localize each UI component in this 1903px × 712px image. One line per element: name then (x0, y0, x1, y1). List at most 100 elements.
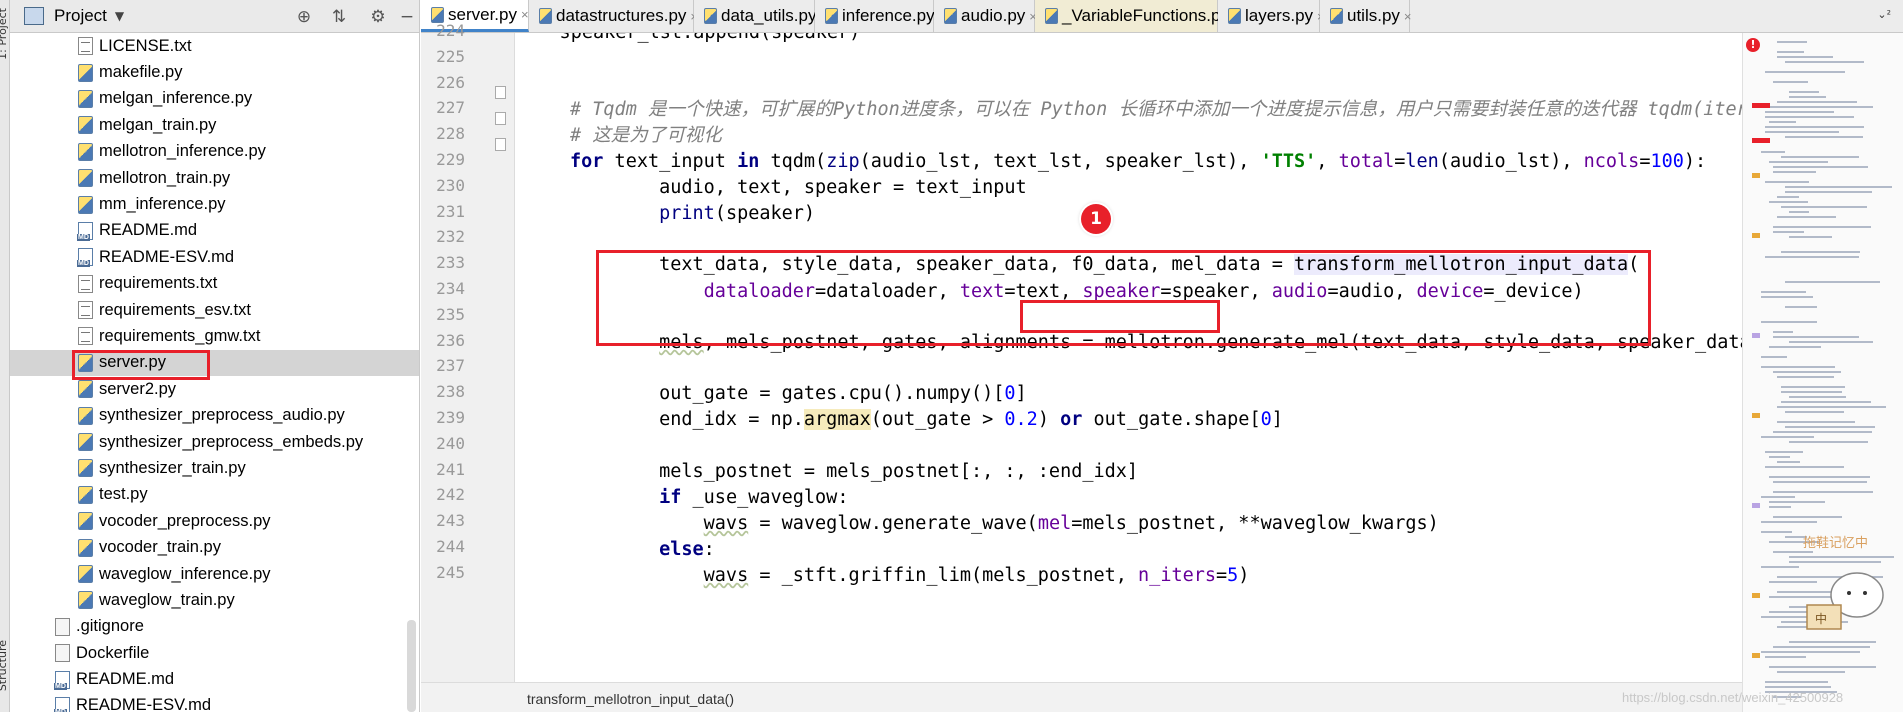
file-tree-item[interactable]: LICENSE.txt (10, 33, 419, 59)
editor-tab[interactable]: data_utils.py× (694, 0, 828, 32)
file-tree-item[interactable]: vocoder_train.py (10, 534, 419, 560)
minimap-line (1789, 211, 1809, 213)
file-tree-item-label: waveglow_inference.py (99, 564, 271, 583)
fold-marker-icon[interactable] (495, 112, 506, 125)
minimap-line (1769, 506, 1791, 508)
minimap-line (1789, 441, 1868, 443)
tree-scrollbar[interactable] (407, 620, 416, 712)
error-indicator-icon[interactable]: ! (1746, 38, 1760, 52)
minimap-line (1773, 81, 1808, 83)
file-tree-item[interactable]: test.py (10, 482, 419, 508)
file-tree-item[interactable]: synthesizer_train.py (10, 455, 419, 481)
code-text: = waveglow.generate_wave( (748, 513, 1038, 534)
kwarg-total: total (1338, 151, 1395, 172)
minimap-line (1789, 341, 1873, 343)
file-tree-item[interactable]: mellotron_train.py (10, 165, 419, 191)
file-tree-item[interactable]: mellotron_inference.py (10, 139, 419, 165)
number-literal: 0.2 (1004, 409, 1038, 430)
breadcrumb[interactable]: transform_mellotron_input_data() (421, 682, 1742, 712)
editor-tab[interactable]: utils.py × (1320, 0, 1412, 32)
error-stripe-mark[interactable] (1752, 413, 1760, 418)
file-tree-item[interactable]: synthesizer_preprocess_embeds.py (10, 429, 419, 455)
collapse-all-icon[interactable]: ⇅ (328, 6, 350, 28)
line-number: 240 (436, 433, 465, 453)
locate-file-icon[interactable]: ⊕ (293, 6, 315, 28)
code-line-232: text_data, style_data, speaker_data, f0_… (570, 252, 1639, 278)
code-line-244: wavs = _stft.griffin_lim(mels_postnet, n… (570, 563, 1250, 589)
sticker-eye (1847, 591, 1851, 595)
code-editor[interactable]: speaker_lst.append(speaker) # Tqdm 是一个快速… (515, 33, 1742, 682)
file-tree-item[interactable]: makefile.py (10, 59, 419, 85)
file-tree-item[interactable]: waveglow_train.py (10, 587, 419, 613)
file-tree-item[interactable]: melgan_train.py (10, 112, 419, 138)
file-tree-item[interactable]: waveglow_inference.py (10, 561, 419, 587)
builtin-print: print (659, 203, 715, 224)
file-tree-item[interactable]: Dockerfile (10, 640, 419, 666)
minimap-line (1773, 226, 1871, 228)
file-tree: LICENSE.txt makefile.py melgan_inference.p… (10, 33, 419, 712)
gear-icon[interactable]: ⚙ (367, 6, 389, 28)
file-tree-item[interactable]: requirements.txt (10, 271, 419, 297)
error-stripe-mark[interactable] (1752, 103, 1770, 108)
close-icon[interactable]: × (521, 7, 529, 22)
text-file-icon (78, 327, 93, 346)
file-tree-item[interactable]: mm_inference.py (10, 191, 419, 217)
file-tree-item[interactable]: requirements_esv.txt (10, 297, 419, 323)
tab-overflow-button[interactable]: ⌄² (1877, 8, 1891, 21)
chevron-down-icon[interactable]: ▼ (115, 9, 124, 23)
sticker-badge-text: 中 (1815, 611, 1827, 626)
code-line-229: audio, text, speaker = text_input (570, 177, 1027, 198)
file-tree-item[interactable]: server.py (10, 349, 419, 377)
kwarg-text: text (959, 281, 1005, 302)
fold-marker-icon[interactable] (495, 138, 506, 151)
file-tree-item[interactable]: server2.py (10, 376, 419, 402)
kwarg-audio: audio (1271, 281, 1328, 302)
project-panel-header: Project ▼ ⊕ ⇅ ⚙ − (10, 0, 419, 33)
editor-tab[interactable]: datastructures.py× (529, 0, 698, 32)
minimap-line (1769, 456, 1790, 458)
file-tree-item[interactable]: requirements_gmw.txt (10, 323, 419, 349)
error-stripe-mark[interactable] (1752, 138, 1770, 143)
file-icon (55, 644, 70, 663)
error-stripe-mark[interactable] (1752, 503, 1760, 508)
editor-tab[interactable]: _VariableFunctions.pyi× (1035, 0, 1244, 32)
close-icon[interactable]: × (1404, 9, 1412, 24)
file-tree-item[interactable]: README-ESV.md (10, 693, 419, 712)
editor-tab[interactable]: layers.py× (1218, 0, 1325, 32)
editor-tab[interactable]: audio.py × (934, 0, 1037, 32)
file-tree-item[interactable]: README-ESV.md (10, 244, 419, 270)
line-number: 236 (436, 330, 465, 350)
editor-tab-label: layers.py (1245, 6, 1314, 25)
python-file-icon (78, 591, 93, 610)
python-file-icon (825, 8, 838, 24)
minimap-line (1781, 401, 1871, 403)
code-text: text_data, style_data, speaker_data, f0_… (570, 254, 1294, 275)
file-tree-item[interactable]: synthesizer_preprocess_audio.py (10, 402, 419, 428)
file-tree-item-label: server.py (99, 353, 166, 372)
code-line-233: dataloader=dataloader, text=text, speake… (570, 279, 1584, 305)
file-tree-item-label: requirements.txt (99, 274, 218, 293)
file-tree-item[interactable]: melgan_inference.py (10, 86, 419, 112)
file-tree-item[interactable]: vocoder_preprocess.py (10, 508, 419, 534)
error-stripe-mark[interactable] (1752, 593, 1760, 598)
file-tree-item[interactable]: .gitignore (10, 614, 419, 640)
project-panel-title[interactable]: Project (54, 6, 107, 26)
error-stripe-mark[interactable] (1752, 653, 1760, 658)
error-stripe-mark[interactable] (1752, 333, 1760, 338)
error-stripe-mark[interactable] (1752, 233, 1760, 238)
fold-marker-icon[interactable] (495, 86, 506, 99)
file-tree-item[interactable]: README.md (10, 218, 419, 244)
file-tree-item[interactable]: README.md (10, 666, 419, 692)
error-stripe-mark[interactable] (1752, 173, 1760, 178)
code-text: tqdm( (759, 151, 827, 172)
minimize-icon[interactable]: − (396, 6, 418, 28)
file-tree-item-label: .gitignore (76, 617, 144, 636)
annotation-badge: 1 (1081, 204, 1111, 234)
line-number: 228 (436, 124, 465, 144)
file-tree-item-label: melgan_inference.py (99, 89, 253, 108)
code-text: = (1394, 151, 1406, 172)
editor-tab[interactable]: inference.py× (815, 0, 946, 32)
line-number: 234 (436, 279, 465, 298)
